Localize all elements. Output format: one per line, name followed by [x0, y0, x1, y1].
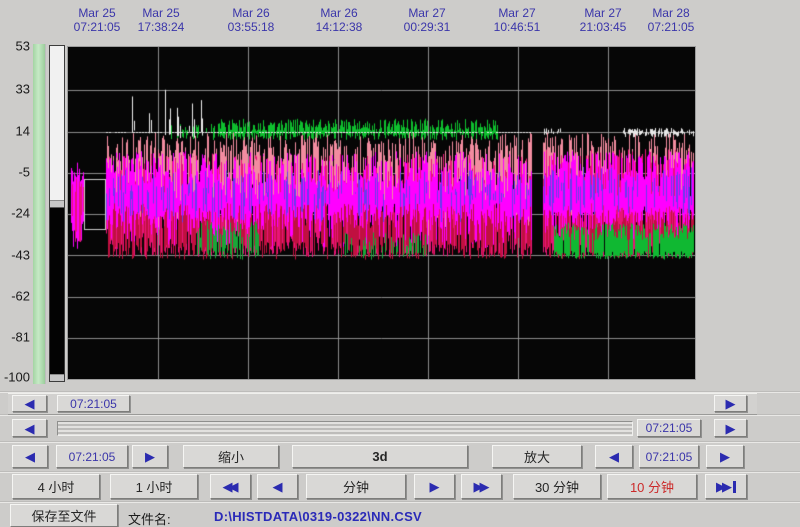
y-axis-tick: -81 [0, 330, 30, 345]
left-arrow-icon: ◀ [25, 450, 35, 463]
x-axis-timestamp: Mar 2603:55:18 [228, 6, 275, 34]
skip-to-end-button[interactable]: ▶▶ [705, 474, 747, 499]
right-arrow-icon: ▶ [145, 450, 155, 463]
time-span-value: 3d [372, 449, 387, 464]
hmi-trend-viewer: Mar 2507:21:05 Mar 2517:38:24 Mar 2603:5… [0, 0, 800, 527]
interval-minute-button[interactable]: 分钟 [306, 474, 406, 499]
start-time-forward-button[interactable]: ▶ [132, 445, 168, 468]
end-time-back-button[interactable]: ◀ [595, 445, 633, 468]
left-arrow-icon: ◀ [25, 422, 35, 435]
vertical-slider-lower [50, 208, 64, 374]
double-left-arrow-icon: ◀◀ [223, 480, 235, 493]
interval-30min-button[interactable]: 30 分钟 [513, 474, 601, 499]
scrollbar-bottom-left-button[interactable]: ◀ [12, 419, 47, 437]
scrollbar-bottom-thumb-label: 07:21:05 [646, 421, 693, 435]
x-axis-timestamp: Mar 2507:21:05 [74, 6, 121, 34]
y-axis-tick: 33 [0, 82, 30, 97]
end-time-forward-button[interactable]: ▶ [706, 445, 744, 468]
x-axis-timestamp: Mar 2807:21:05 [648, 6, 695, 34]
time-span-display: 3d [292, 445, 468, 468]
double-right-arrow-icon: ▶▶ [474, 480, 486, 493]
end-time-display: 07:21:05 [639, 445, 699, 468]
right-arrow-icon: ▶ [430, 480, 440, 493]
scrollbar-bottom-right-button[interactable]: ▶ [714, 419, 747, 437]
zoom-in-label: 放大 [524, 447, 550, 466]
skip-end-bar-icon [733, 481, 736, 493]
left-arrow-icon: ◀ [609, 450, 619, 463]
scrollbar-top-left-button[interactable]: ◀ [12, 395, 47, 412]
filename-value[interactable]: D:\HISTDATA\0319-0322\NN.CSV [214, 509, 422, 524]
y-axis-tick: 53 [0, 39, 30, 54]
divider [0, 441, 800, 443]
y-axis-tick: 14 [0, 124, 30, 139]
save-to-file-button[interactable]: 保存至文件 [10, 504, 118, 527]
interval-30min-label: 30 分钟 [535, 477, 579, 496]
divider [0, 501, 800, 503]
scrollbar-bottom-thumb[interactable]: 07:21:05 [637, 419, 701, 437]
step-fast-back-button[interactable]: ◀◀ [210, 474, 251, 499]
scrollbar-bottom-track[interactable] [57, 421, 633, 436]
start-time-value: 07:21:05 [69, 450, 116, 464]
right-arrow-icon: ▶ [726, 422, 736, 435]
interval-4h-label: 4 小时 [38, 477, 75, 496]
scrollbar-top-thumb-label: 07:21:05 [70, 397, 117, 411]
vertical-slider-thumb[interactable] [50, 201, 64, 208]
vertical-slider-cap [50, 374, 64, 381]
x-axis-timestamp: Mar 2700:29:31 [404, 6, 451, 34]
right-arrow-icon: ▶ [720, 450, 730, 463]
left-arrow-icon: ◀ [25, 397, 35, 410]
vertical-range-slider[interactable] [49, 45, 65, 382]
skip-end-icon: ▶▶ [716, 480, 728, 493]
y-axis-tick: -24 [0, 206, 30, 221]
start-time-back-button[interactable]: ◀ [12, 445, 48, 468]
vertical-slider-upper [50, 46, 64, 201]
y-axis-tick: -100 [0, 370, 30, 385]
end-time-value: 07:21:05 [646, 450, 693, 464]
scrollbar-top-thumb[interactable]: 07:21:05 [57, 395, 130, 412]
trend-plot-canvas[interactable] [67, 46, 696, 380]
start-time-display: 07:21:05 [56, 445, 128, 468]
interval-minute-label: 分钟 [343, 477, 369, 496]
save-to-file-label: 保存至文件 [31, 506, 96, 525]
x-axis-timestamp: Mar 2614:12:38 [316, 6, 363, 34]
right-arrow-icon: ▶ [726, 397, 736, 410]
step-fast-forward-button[interactable]: ▶▶ [461, 474, 502, 499]
x-axis-timestamp: Mar 2710:46:51 [494, 6, 541, 34]
filename-label: 文件名: [128, 509, 171, 527]
y-axis-tick: -43 [0, 248, 30, 263]
y-axis-color-strip [33, 44, 46, 384]
left-arrow-icon: ◀ [273, 480, 283, 493]
x-axis-timestamp: Mar 2517:38:24 [138, 6, 185, 34]
zoom-out-button[interactable]: 缩小 [183, 445, 279, 468]
interval-1h-label: 1 小时 [136, 477, 173, 496]
x-axis-timestamp: Mar 2721:03:45 [580, 6, 627, 34]
zoom-in-button[interactable]: 放大 [492, 445, 582, 468]
interval-10min-button[interactable]: 10 分钟 [607, 474, 697, 499]
zoom-out-label: 缩小 [218, 447, 244, 466]
step-back-button[interactable]: ◀ [257, 474, 298, 499]
divider [0, 471, 800, 473]
y-axis-tick: -62 [0, 289, 30, 304]
interval-1h-button[interactable]: 1 小时 [110, 474, 198, 499]
scrollbar-top-right-button[interactable]: ▶ [714, 395, 747, 412]
interval-10min-label: 10 分钟 [630, 477, 674, 496]
step-forward-button[interactable]: ▶ [414, 474, 455, 499]
interval-4h-button[interactable]: 4 小时 [12, 474, 100, 499]
y-axis-tick: -5 [0, 165, 30, 180]
